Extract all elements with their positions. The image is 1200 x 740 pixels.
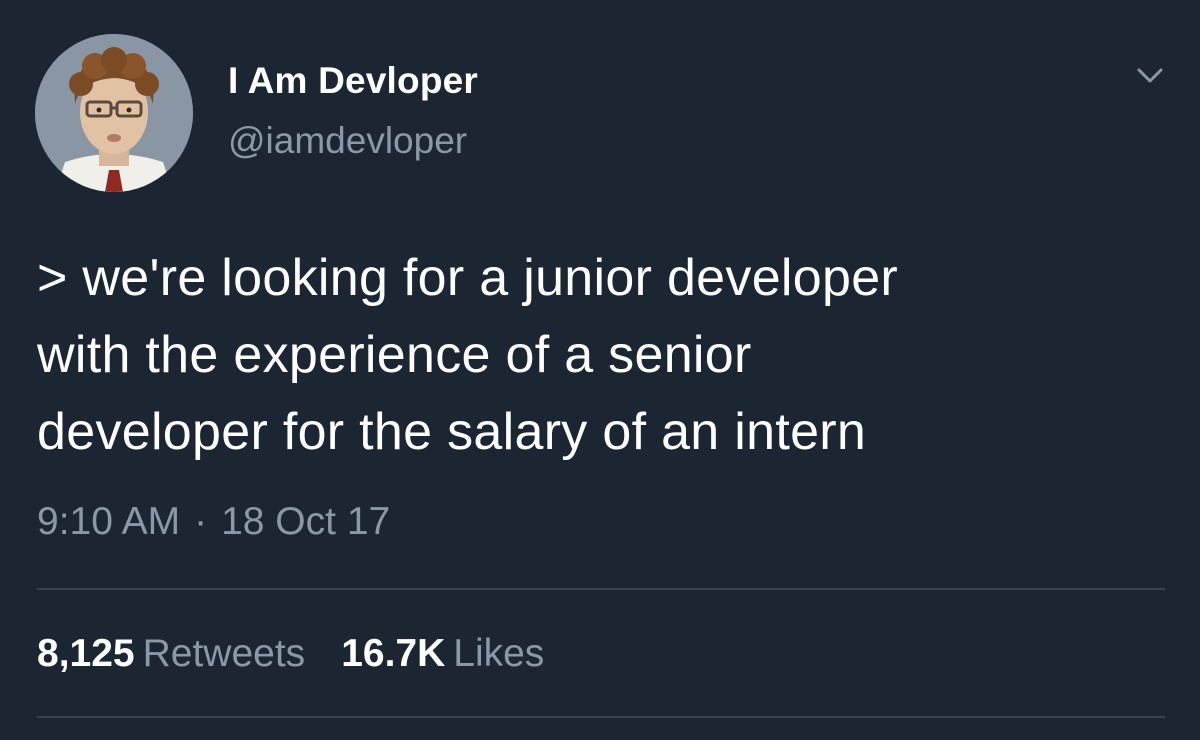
divider	[37, 588, 1165, 590]
retweets-label: Retweets	[142, 632, 306, 675]
tweet-menu-button[interactable]	[1130, 58, 1170, 94]
author-handle[interactable]: @iamdevloper	[228, 120, 467, 162]
timestamp-separator: ·	[194, 500, 208, 543]
likes-label: Likes	[453, 632, 545, 675]
tweet-text: > we're looking for a junior developer w…	[37, 249, 899, 461]
tweet-stats: 8,125 Retweets 16.7K Likes	[37, 632, 580, 676]
divider	[37, 716, 1165, 718]
retweets-count: 8,125	[37, 632, 135, 675]
chevron-down-icon	[1137, 68, 1163, 83]
tweet-time: 9:10 AM	[37, 500, 181, 543]
tweet-date: 18 Oct 17	[221, 500, 391, 543]
avatar-image	[35, 34, 193, 192]
retweets-stat[interactable]: 8,125 Retweets	[37, 632, 305, 676]
avatar[interactable]	[35, 34, 193, 192]
author-display-name[interactable]: I Am Devloper	[228, 60, 478, 102]
tweet-timestamp[interactable]: 9:10 AM · 18 Oct 17	[37, 500, 390, 544]
tweet-card: I Am Devloper @iamdevloper > we're looki…	[0, 0, 1200, 740]
likes-stat[interactable]: 16.7K Likes	[341, 632, 544, 676]
likes-count: 16.7K	[341, 632, 446, 675]
